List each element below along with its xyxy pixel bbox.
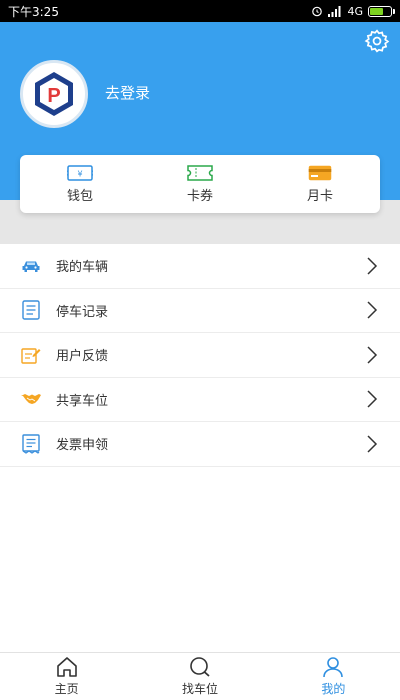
tab-mine[interactable]: 我的 (267, 653, 400, 700)
menu-item-parking-records[interactable]: 停车记录 (0, 289, 400, 333)
menu-list: 我的车辆 停车记录 用户反馈 共享车位 发票申领 (0, 244, 400, 467)
record-icon (20, 299, 42, 321)
coupon-label: 卡券 (186, 188, 213, 204)
login-link[interactable]: 去登录 (105, 82, 150, 103)
settings-gear-icon[interactable] (364, 28, 390, 54)
menu-item-feedback[interactable]: 用户反馈 (0, 333, 400, 378)
bottom-tab-bar: 主页 找车位 我的 (0, 652, 400, 700)
menu-item-label: 用户反馈 (56, 349, 109, 365)
svg-text:¥: ¥ (77, 169, 82, 178)
chevron-right-icon (367, 301, 378, 319)
menu-item-label: 停车记录 (56, 304, 109, 320)
status-time: 下午3:25 (8, 4, 59, 19)
car-icon (20, 255, 42, 277)
tab-label: 主页 (54, 682, 79, 696)
wallet-label: 钱包 (66, 188, 93, 204)
invoice-icon (20, 433, 42, 455)
status-icons: 4G (311, 4, 395, 18)
monthly-card-label: 月卡 (306, 188, 333, 204)
avatar[interactable]: P (20, 60, 88, 128)
menu-item-shared-parking[interactable]: 共享车位 (0, 378, 400, 422)
coupon-button[interactable]: 卡券 (140, 155, 260, 213)
coupon-icon (187, 164, 213, 181)
chevron-right-icon (367, 390, 378, 408)
status-bar: 下午3:25 4G (0, 0, 400, 22)
menu-item-invoice[interactable]: 发票申领 (0, 422, 400, 467)
monthly-card-button[interactable]: 月卡 (260, 155, 380, 213)
menu-item-label: 我的车辆 (56, 260, 109, 276)
chevron-right-icon (367, 435, 378, 453)
tab-label: 找车位 (181, 682, 218, 696)
menu-item-label: 发票申领 (56, 438, 109, 454)
battery-icon (368, 5, 395, 17)
chevron-right-icon (367, 346, 378, 364)
wallet-icon: ¥ (67, 164, 93, 181)
feedback-icon (20, 344, 42, 366)
menu-item-my-vehicles[interactable]: 我的车辆 (0, 244, 400, 289)
card-icon (308, 165, 332, 180)
tab-home[interactable]: 主页 (0, 653, 133, 700)
tab-find-parking[interactable]: 找车位 (133, 653, 266, 700)
search-icon (190, 657, 210, 677)
tab-label: 我的 (321, 682, 346, 696)
user-icon (323, 657, 344, 678)
signal-icon (328, 5, 341, 17)
wallet-button[interactable]: ¥ 钱包 (20, 155, 140, 213)
parking-logo-icon: P (35, 72, 73, 116)
menu-item-label: 共享车位 (56, 393, 109, 409)
svg-text:P: P (47, 85, 60, 107)
alarm-icon (312, 6, 323, 17)
handshake-icon (20, 388, 42, 410)
wallet-card: ¥ 钱包 卡券 月卡 (20, 155, 380, 213)
network-type: 4G (347, 4, 363, 18)
chevron-right-icon (367, 257, 378, 275)
home-icon (56, 657, 77, 677)
